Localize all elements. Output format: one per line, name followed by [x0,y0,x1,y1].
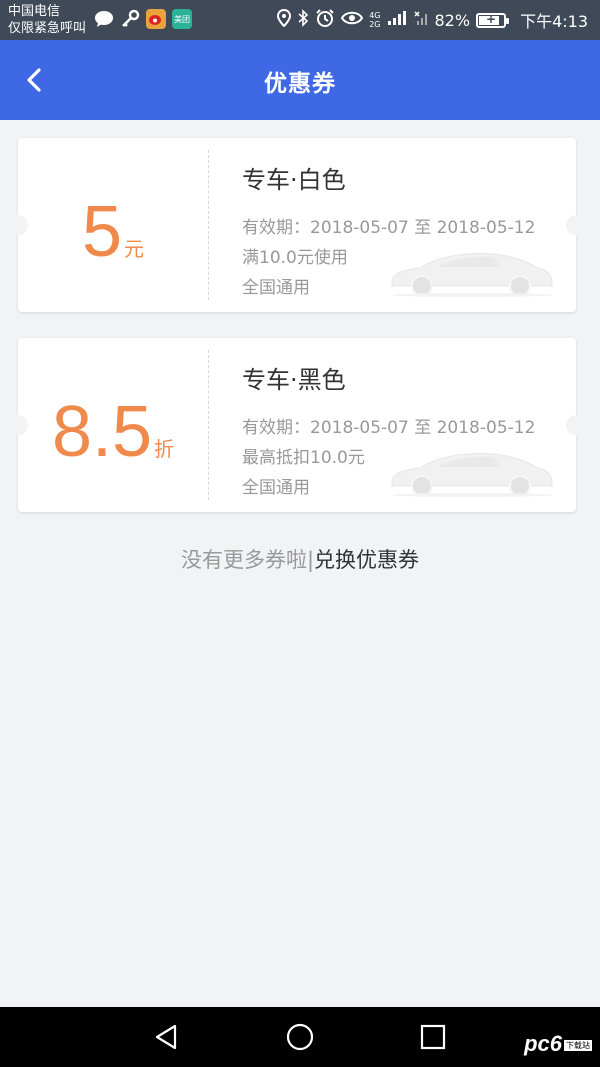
signal-icon [387,10,407,30]
car-watermark-icon [386,246,556,302]
coupon-amount-unit: 折 [154,437,175,461]
network-type: 4G 2G [369,11,380,29]
battery-icon: + [476,11,510,28]
coupon-title: 专车·黑色 [242,366,346,394]
exchange-coupon-link[interactable]: 兑换优惠券 [314,548,419,572]
emergency-only-label: 仅限紧急呼叫 [8,21,87,36]
network-type-top: 4G [369,11,381,20]
pc6-watermark-logo: pc6 下载站 [524,1031,592,1057]
meituan-icon-label: 美团 [174,14,190,24]
nav-recents-button[interactable] [415,1019,451,1055]
system-status: 4G 2G 82% + 下午4:13 [277,8,588,32]
coupon-divider [208,350,209,500]
circle-home-icon [286,1023,314,1051]
square-recents-icon [420,1024,446,1050]
triangle-back-icon [155,1024,177,1050]
nav-home-button[interactable] [282,1019,318,1055]
coupon-scope: 全国通用 [242,278,310,298]
coupon-card[interactable]: 5 元 专车·白色 有效期：2018-05-07 至 2018-05-12 满1… [8,138,586,312]
carrier-info: 中国电信 仅限紧急呼叫 [8,3,86,37]
coupon-condition: 满10.0元使用 [242,248,348,268]
coupon-amount-unit: 元 [124,237,145,261]
notification-icons: 美团 [94,9,192,29]
system-nav-bar: pc6 下载站 [0,1007,600,1067]
eye-comfort-icon [341,10,364,30]
watermark-sub: 下载站 [564,1039,592,1051]
key-icon [120,9,140,29]
watermark-text: pc6 [524,1031,562,1056]
status-bar: 中国电信 仅限紧急呼叫 美团 4G 2G 82% + 下午4:13 [0,0,600,40]
footer-separator: | [306,548,315,572]
clock: 下午4:13 [520,12,588,31]
coupon-amount: 8.5 折 [18,338,208,512]
coupon-condition: 最高抵扣10.0元 [242,448,365,468]
coupon-divider [208,150,209,300]
page-title: 优惠券 [264,71,336,97]
battery-percent: 82% [434,10,471,30]
car-watermark-icon [386,446,556,502]
coupon-card[interactable]: 8.5 折 专车·黑色 有效期：2018-05-07 至 2018-05-12 … [8,338,586,512]
meituan-icon: 美团 [172,9,192,29]
coupon-amount-value: 8.5 [51,392,153,472]
coupon-validity: 有效期：2018-05-07 至 2018-05-12 [242,218,536,238]
nav-back-button[interactable] [148,1019,184,1055]
coupon-list-footer: 没有更多券啦|兑换优惠券 [0,544,600,574]
no-signal-icon [413,10,429,30]
coupon-validity: 有效期：2018-05-07 至 2018-05-12 [242,418,536,438]
coupon-amount-value: 5 [81,192,123,272]
coupon-amount: 5 元 [18,138,208,312]
no-more-coupons-label: 没有更多券啦 [180,548,307,572]
chat-bubble-icon [94,9,114,29]
coupon-scope: 全国通用 [242,478,310,498]
network-type-bottom: 2G [369,20,381,29]
bluetooth-icon [297,9,309,31]
coupon-title: 专车·白色 [242,166,346,194]
carrier-name: 中国电信 [8,4,61,19]
location-icon [277,8,292,31]
charging-plus-icon: + [486,11,497,26]
header-bar: 优惠券 [0,40,600,120]
weibo-icon [146,9,166,29]
alarm-icon [315,8,335,32]
